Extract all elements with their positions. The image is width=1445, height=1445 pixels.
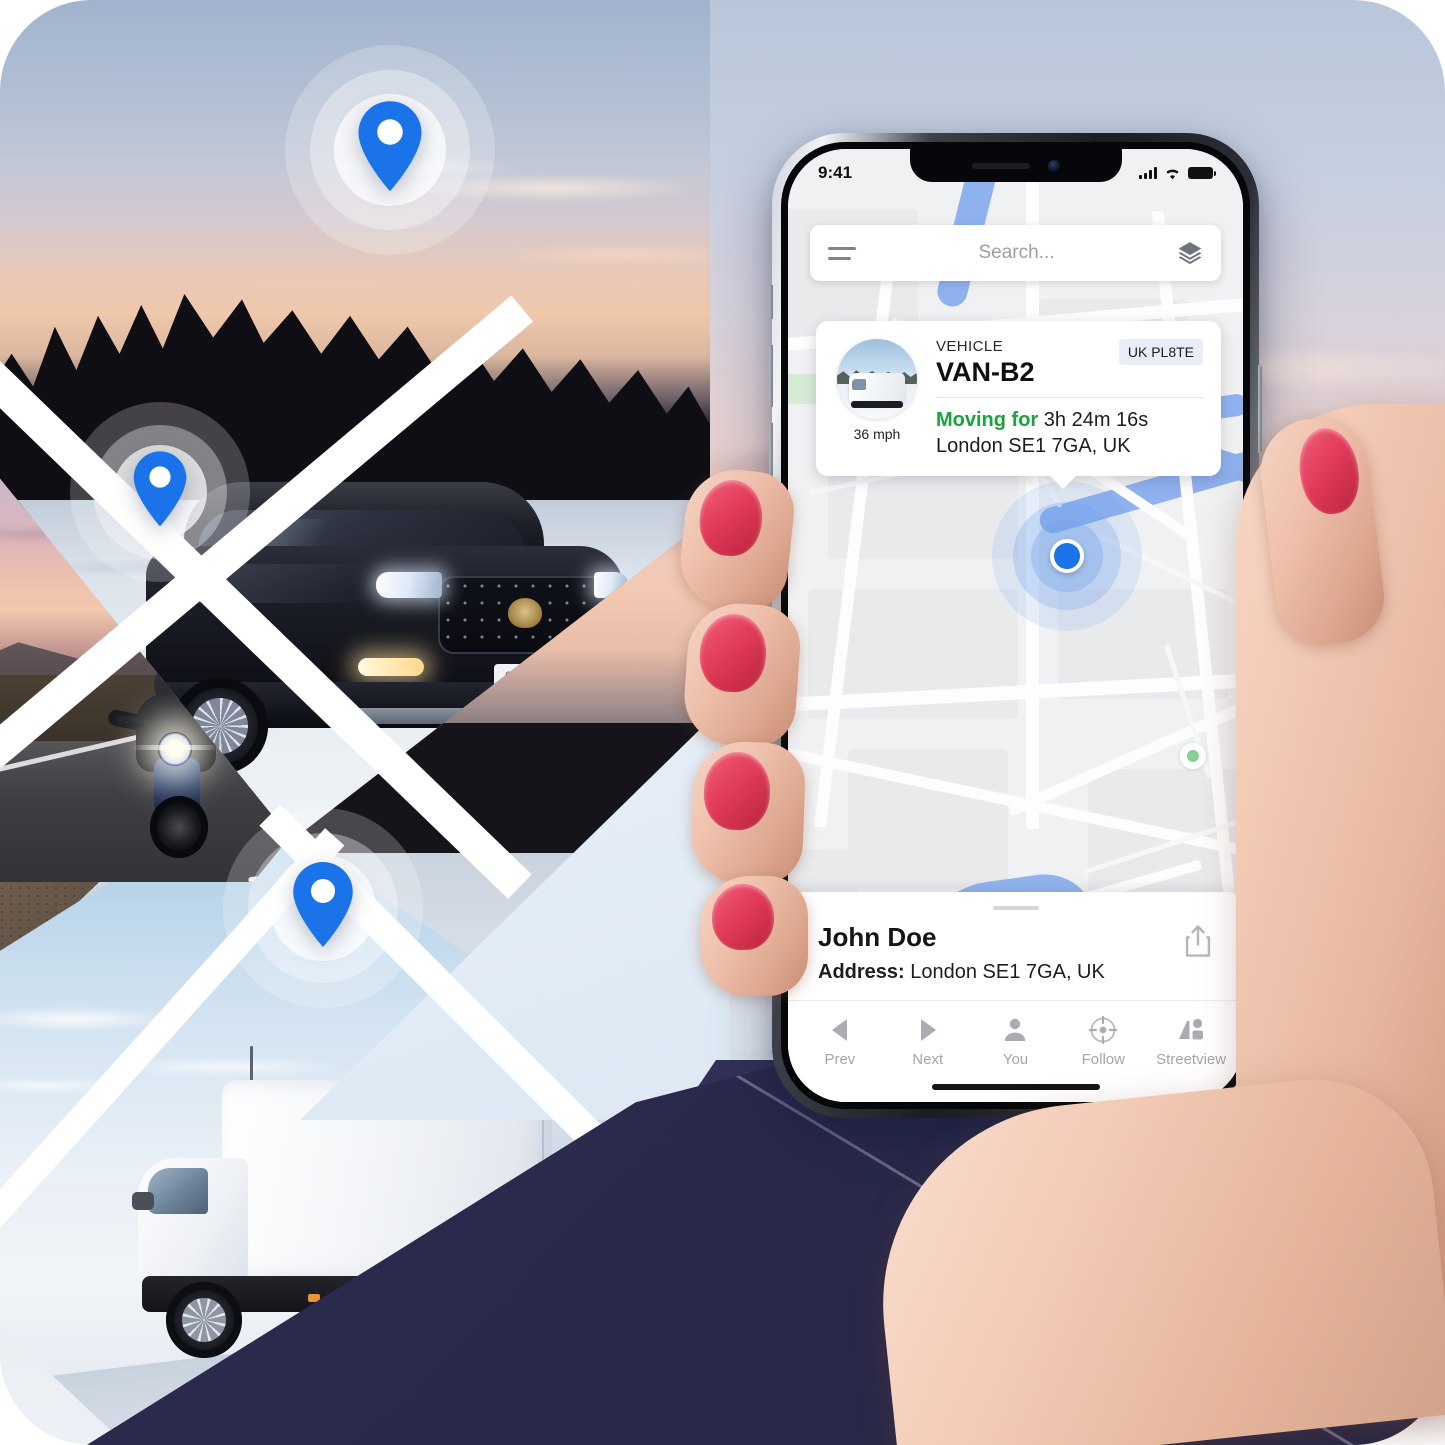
tab-label: Follow (1081, 1051, 1125, 1068)
phone-notch (909, 149, 1122, 182)
motorcycle-headlight (132, 732, 218, 766)
vehicle-status-line: Moving for 3h 24m 16s (936, 407, 1203, 433)
battery-full-icon (1188, 167, 1216, 179)
tab-next[interactable]: Next (884, 1015, 972, 1068)
map-pin-icon (130, 450, 190, 528)
phone-screen: 9:41 Search... 36 mph VEHICLE VAN-B2 UK … (788, 149, 1243, 1102)
mute-switch[interactable] (769, 285, 773, 319)
smartphone-device: 9:41 Search... 36 mph VEHICLE VAN-B2 UK … (769, 133, 1262, 1118)
blue-location-dot[interactable] (1050, 539, 1084, 573)
tab-you[interactable]: You (972, 1015, 1060, 1068)
vehicle-info-card[interactable]: 36 mph VEHICLE VAN-B2 UK PL8TE Moving fo… (816, 321, 1221, 489)
van-antenna (250, 1046, 253, 1084)
crosshair-target-icon (1059, 1015, 1147, 1045)
vehicle-address: London SE1 7GA, UK (936, 435, 1131, 458)
front-camera (1047, 159, 1060, 172)
status-bar-time: 9:41 (818, 163, 853, 182)
vehicle-card-right: VEHICLE VAN-B2 UK PL8TE Moving for 3h 24… (936, 338, 1203, 460)
hamburger-menu-icon[interactable] (828, 246, 856, 260)
bottom-tab-bar: Prev Next You Follow Streetview (788, 1000, 1243, 1078)
power-button[interactable] (1258, 365, 1262, 453)
map-layers-icon[interactable] (1177, 240, 1203, 266)
map-pin-van (215, 800, 430, 1015)
bottom-sheet[interactable]: John Doe Address: London SE1 7GA, UK Pre… (788, 892, 1243, 1102)
earpiece-speaker (971, 162, 1030, 169)
sheet-drag-handle[interactable] (992, 906, 1039, 910)
vehicle-speed: 36 mph (853, 426, 901, 442)
driver-name: John Doe (818, 922, 937, 952)
tab-streetview[interactable]: Streetview (1147, 1015, 1235, 1068)
vehicle-label: VEHICLE (936, 338, 1003, 355)
person-icon (972, 1015, 1060, 1045)
map-pin-motorcycle (60, 392, 260, 592)
motorcycle-front-wheel (150, 796, 208, 858)
van-windshield (148, 1168, 208, 1214)
volume-up-button[interactable] (769, 345, 773, 407)
triangle-right-icon (884, 1015, 972, 1045)
tab-prev[interactable]: Prev (796, 1015, 884, 1068)
tab-label: Next (912, 1051, 944, 1068)
vehicle-card-left: 36 mph (834, 339, 920, 460)
sheet-content: John Doe Address: London SE1 7GA, UK (788, 922, 1243, 1000)
share-icon[interactable] (1183, 924, 1217, 962)
card-divider (936, 396, 1203, 398)
license-plate-badge: UK PL8TE (1118, 339, 1203, 365)
cellular-signal-icon (1139, 167, 1157, 179)
van-side-mirror (132, 1192, 154, 1210)
tab-follow[interactable]: Follow (1059, 1015, 1147, 1068)
wifi-icon (1164, 167, 1181, 180)
triangle-left-icon (796, 1015, 884, 1045)
suv-brand-emblem (508, 598, 542, 628)
vehicle-status-prefix: Moving for (936, 408, 1039, 431)
green-place-dot[interactable] (1180, 743, 1206, 769)
tab-label: Streetview (1156, 1051, 1227, 1068)
vehicle-name: VAN-B2 (936, 356, 1035, 387)
driver-address-line: Address: London SE1 7GA, UK (818, 961, 1213, 984)
search-input[interactable]: Search... (978, 242, 1054, 264)
suv-fog-light (358, 658, 424, 676)
map-pin-icon (289, 860, 357, 948)
volume-down-button[interactable] (769, 423, 773, 485)
phone-bezel: 9:41 Search... 36 mph VEHICLE VAN-B2 UK … (781, 142, 1250, 1109)
map-pin-icon (354, 99, 426, 193)
home-indicator[interactable] (931, 1084, 1100, 1090)
van-front-wheel (166, 1282, 242, 1358)
tab-label: Prev (824, 1051, 856, 1068)
promo-collage-canvas: CAR B OOST (0, 0, 1445, 1445)
address-value: London SE1 7GA, UK (910, 961, 1105, 983)
streetview-person-icon (1147, 1015, 1235, 1045)
tab-label: You (1002, 1051, 1029, 1068)
search-bar[interactable]: Search... (810, 225, 1221, 281)
map-pin-suv (280, 40, 500, 260)
address-label: Address: (818, 961, 905, 983)
vehicle-status-duration: 3h 24m 16s (1043, 408, 1149, 431)
suv-left-headlight (376, 572, 442, 598)
van-photo-thumbnail (837, 339, 917, 419)
